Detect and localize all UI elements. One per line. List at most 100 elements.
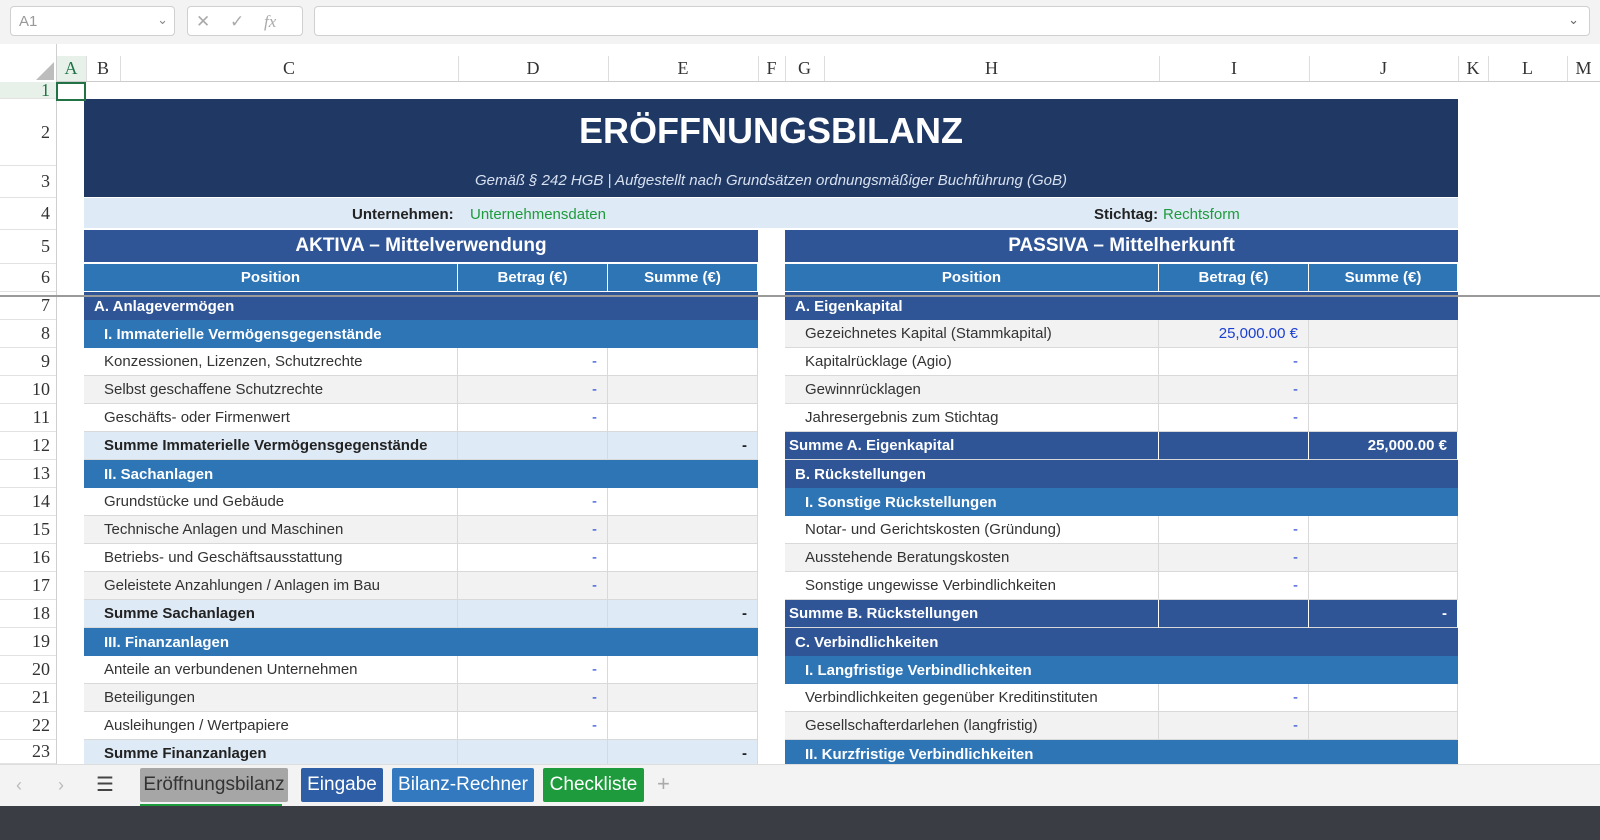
add-sheet-icon[interactable]: + xyxy=(657,771,670,797)
formula-input[interactable]: ⌄ xyxy=(314,6,1590,36)
company-value[interactable]: Unternehmensdaten xyxy=(470,206,606,223)
aktiva-row-betrag[interactable]: - xyxy=(458,656,608,684)
column-header[interactable]: F xyxy=(758,56,785,82)
passiva-row-summe[interactable]: - xyxy=(1309,600,1458,628)
row-header[interactable]: 3 xyxy=(0,166,56,198)
row-header[interactable]: 13 xyxy=(0,460,56,488)
passiva-row-summe[interactable]: 25,000.00 € xyxy=(1309,432,1458,460)
aktiva-row-summe[interactable] xyxy=(608,684,758,712)
row-header[interactable]: 12 xyxy=(0,432,56,460)
column-header[interactable]: K xyxy=(1458,56,1488,82)
passiva-row-betrag[interactable]: - xyxy=(1159,544,1309,572)
sheet-tab[interactable]: Eröffnungsbilanz xyxy=(140,768,288,802)
aktiva-row-summe[interactable] xyxy=(608,656,758,684)
row-header[interactable]: 21 xyxy=(0,684,56,712)
column-header[interactable]: B xyxy=(86,56,120,82)
row-header[interactable]: 5 xyxy=(0,230,56,264)
passiva-row-summe[interactable] xyxy=(1309,572,1458,600)
passiva-row-betrag[interactable] xyxy=(1159,600,1309,628)
aktiva-row-betrag[interactable]: - xyxy=(458,544,608,572)
passiva-row-summe[interactable] xyxy=(1309,404,1458,432)
sheet-menu-icon[interactable]: ☰ xyxy=(96,772,114,797)
confirm-icon[interactable]: ✓ xyxy=(230,12,244,32)
sheet-tab[interactable]: Bilanz-Rechner xyxy=(392,768,534,802)
passiva-row-betrag[interactable]: - xyxy=(1159,516,1309,544)
aktiva-row-summe[interactable] xyxy=(608,516,758,544)
aktiva-row-summe[interactable] xyxy=(608,376,758,404)
aktiva-row-betrag[interactable] xyxy=(458,432,608,460)
aktiva-row-betrag[interactable]: - xyxy=(458,516,608,544)
aktiva-row-betrag[interactable] xyxy=(458,600,608,628)
sheet-tab[interactable]: Eingabe xyxy=(301,768,383,802)
passiva-row-betrag[interactable]: - xyxy=(1159,404,1309,432)
column-header[interactable]: L xyxy=(1488,56,1567,82)
row-header[interactable]: 22 xyxy=(0,712,56,740)
column-header[interactable]: D xyxy=(458,56,608,82)
aktiva-row-summe[interactable] xyxy=(608,544,758,572)
column-header[interactable]: C xyxy=(120,56,458,82)
active-cell-indicator[interactable] xyxy=(56,82,86,101)
aktiva-row-summe[interactable] xyxy=(608,572,758,600)
column-header[interactable]: I xyxy=(1159,56,1309,82)
column-header[interactable]: E xyxy=(608,56,758,82)
passiva-row-summe[interactable] xyxy=(1309,544,1458,572)
row-header[interactable]: 6 xyxy=(0,264,56,292)
aktiva-row-betrag[interactable]: - xyxy=(458,684,608,712)
passiva-row-summe[interactable] xyxy=(1309,320,1458,348)
aktiva-row-summe[interactable] xyxy=(608,712,758,740)
sheet-tab[interactable]: Checkliste xyxy=(543,768,644,802)
select-all-icon[interactable] xyxy=(36,62,54,80)
passiva-row-betrag[interactable]: - xyxy=(1159,712,1309,740)
passiva-row-summe[interactable] xyxy=(1309,376,1458,404)
passiva-row-betrag[interactable]: - xyxy=(1159,684,1309,712)
column-header[interactable]: G xyxy=(785,56,824,82)
column-header[interactable]: H xyxy=(824,56,1159,82)
passiva-row-betrag[interactable]: 25,000.00 € xyxy=(1159,320,1309,348)
row-header[interactable]: 14 xyxy=(0,488,56,516)
row-header[interactable]: 15 xyxy=(0,516,56,544)
row-header[interactable]: 19 xyxy=(0,628,56,656)
aktiva-row-summe[interactable] xyxy=(608,348,758,376)
row-header[interactable]: 10 xyxy=(0,376,56,404)
function-icon[interactable]: fx xyxy=(264,12,276,32)
chevron-down-icon[interactable]: ⌄ xyxy=(157,12,168,28)
aktiva-row-betrag[interactable]: - xyxy=(458,348,608,376)
aktiva-row-betrag[interactable]: - xyxy=(458,572,608,600)
row-header[interactable]: 9 xyxy=(0,348,56,376)
aktiva-row-summe[interactable]: - xyxy=(608,600,758,628)
row-header[interactable]: 4 xyxy=(0,198,56,230)
row-header[interactable]: 17 xyxy=(0,572,56,600)
expand-formula-icon[interactable]: ⌄ xyxy=(1568,12,1579,28)
row-header[interactable]: 2 xyxy=(0,99,56,166)
passiva-row-summe[interactable] xyxy=(1309,348,1458,376)
passiva-row-summe[interactable] xyxy=(1309,684,1458,712)
passiva-row-betrag[interactable] xyxy=(1159,432,1309,460)
column-header[interactable]: A xyxy=(56,56,86,82)
column-header[interactable]: J xyxy=(1309,56,1458,82)
passiva-row-summe[interactable] xyxy=(1309,712,1458,740)
row-header[interactable]: 18 xyxy=(0,600,56,628)
row-header[interactable]: 8 xyxy=(0,320,56,348)
column-header[interactable]: M xyxy=(1567,56,1600,82)
row-header[interactable]: 11 xyxy=(0,404,56,432)
aktiva-row-betrag[interactable]: - xyxy=(458,376,608,404)
passiva-row-betrag[interactable]: - xyxy=(1159,572,1309,600)
passiva-row-betrag[interactable]: - xyxy=(1159,348,1309,376)
row-header[interactable]: 20 xyxy=(0,656,56,684)
aktiva-row-summe[interactable] xyxy=(608,404,758,432)
row-header[interactable]: 1 xyxy=(0,80,56,100)
aktiva-row-summe[interactable] xyxy=(608,488,758,516)
aktiva-row-betrag[interactable]: - xyxy=(458,488,608,516)
name-box[interactable]: A1 ⌄ xyxy=(10,6,175,36)
cancel-icon[interactable]: ✕ xyxy=(196,12,210,32)
aktiva-row-betrag[interactable]: - xyxy=(458,404,608,432)
next-sheet-icon[interactable]: › xyxy=(58,775,64,796)
passiva-row-betrag[interactable]: - xyxy=(1159,376,1309,404)
row-header[interactable]: 23 xyxy=(0,740,56,764)
aktiva-row-summe[interactable]: - xyxy=(608,432,758,460)
prev-sheet-icon[interactable]: ‹ xyxy=(16,775,22,796)
date-value[interactable]: Rechtsform xyxy=(1163,206,1240,223)
row-header[interactable]: 16 xyxy=(0,544,56,572)
aktiva-row-betrag[interactable]: - xyxy=(458,712,608,740)
passiva-row-summe[interactable] xyxy=(1309,516,1458,544)
